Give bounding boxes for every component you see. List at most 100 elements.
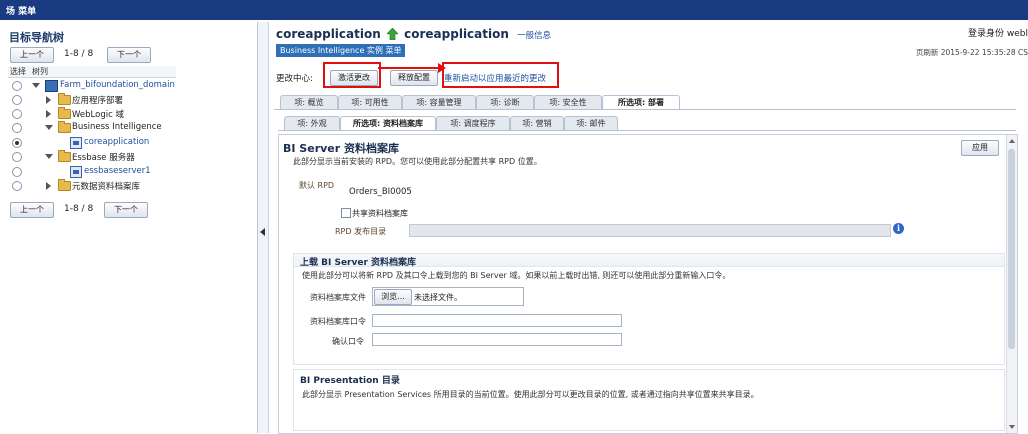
page-title-primary: coreapplication [276,27,381,41]
select-radio[interactable] [12,81,22,91]
select-radio[interactable] [12,138,22,148]
tree-row[interactable]: Essbase 服务器 [8,150,228,164]
vertical-scrollbar[interactable] [1006,135,1017,433]
page-title-secondary: coreapplication [404,27,509,41]
select-radio[interactable] [12,95,22,105]
tree-item-label[interactable]: Business Intelligence [72,122,162,132]
upload-description: 使用此部分可以将新 RPD 及其口令上载到您的 BI Server 域。如果以前… [302,271,731,280]
collapse-triangle-icon[interactable] [32,83,40,88]
shared-repository-checkbox[interactable] [341,208,351,218]
apply-button[interactable]: 应用 [961,140,999,156]
no-file-selected-text: 未选择文件。 [414,293,462,302]
server-instance-icon [70,166,82,178]
presentation-section-title: BI Presentation 目录 [300,376,400,386]
tab-deployment[interactable]: 所选项: 部署 [602,95,680,110]
scroll-thumb[interactable] [1008,149,1015,349]
rpd-publish-dir-input[interactable] [409,224,891,237]
tab-repository[interactable]: 所选项: 资料档案库 [340,116,436,131]
browse-button[interactable]: 浏览... [374,289,412,305]
top-menu-title[interactable]: 场 菜单 [6,4,36,17]
tab-marketing[interactable]: 项: 营销 [510,116,564,131]
page-refresh-time: 页刷新 2015-9-22 15:35:28 CS [915,48,1028,57]
highlight-box [323,62,381,88]
tree-row[interactable]: essbaseserver1 [8,166,228,179]
change-center-label: 更改中心: [276,74,313,84]
select-radio[interactable] [12,109,22,119]
expand-triangle-icon[interactable] [46,110,51,118]
folder-icon [58,121,71,133]
col-select-header: 选择 [10,67,26,76]
confirm-password-label: 确认口令 [332,337,364,346]
repository-file-label: 资料档案库文件 [310,293,366,302]
tab-scheduler[interactable]: 项: 调度程序 [436,116,510,131]
col-tree-header: 树列 [32,67,48,76]
tree-item-label[interactable]: essbaseserver1 [84,166,151,176]
select-radio[interactable] [12,167,22,177]
restart-to-apply-link[interactable]: 重新启动以应用最近的更改 [444,72,546,84]
tree-row[interactable]: Business Intelligence [8,121,228,135]
expand-triangle-icon[interactable] [46,182,51,190]
up-arrow-icon [386,27,399,41]
select-radio[interactable] [12,181,22,191]
default-rpd-value: Orders_BI0005 [349,187,412,197]
panel-splitter[interactable] [258,22,269,433]
page-title: coreapplication coreapplication 一般信息 [276,26,551,41]
select-radio[interactable] [12,123,22,133]
tree-item-label[interactable]: WebLogic 域 [72,108,124,120]
server-instance-icon [70,137,82,149]
presentation-description: 此部分显示 Presentation Services 所用目录的当前位置。使用… [302,390,759,399]
tree-row[interactable]: 应用程序部署 [8,93,228,107]
tab-overview[interactable]: 项: 概览 [280,95,338,110]
folder-icon [58,150,71,162]
repository-password-input[interactable] [372,314,622,327]
bi-server-description: 此部分显示当前安装的 RPD。您可以使用此部分配置共享 RPD 位置。 [293,157,542,166]
tree-header: 选择 树列 [8,66,176,78]
release-config-button[interactable]: 释放配置 [390,70,438,86]
tab-mail[interactable]: 项: 邮件 [564,116,618,131]
repository-content: BI Server 资料档案库 此部分显示当前安装的 RPD。您可以使用此部分配… [278,134,1018,434]
scroll-down-arrow-icon[interactable] [1009,425,1015,429]
select-radio[interactable] [12,152,22,162]
collapse-triangle-icon[interactable] [45,154,53,159]
tab-diagnostics[interactable]: 项: 诊断 [476,95,534,110]
tab-security[interactable]: 项: 安全性 [534,95,602,110]
navigation-tree-title: 目标导航树 [9,31,64,44]
tab-divider [274,109,1016,110]
tab-divider [278,130,1016,131]
tab-capacity[interactable]: 项: 容量管理 [402,95,476,110]
info-icon[interactable]: i [893,223,904,234]
prev-page-button-bottom[interactable]: 上一个 [10,202,54,218]
scroll-up-arrow-icon[interactable] [1009,139,1015,143]
general-info-link[interactable]: 一般信息 [517,31,551,41]
pager-text-bottom: 1-8 / 8 [64,204,94,214]
tab-appearance[interactable]: 项: 外观 [284,116,340,131]
tree-row-selected[interactable]: coreapplication [8,137,228,150]
tree-item-label[interactable]: coreapplication [84,137,149,147]
navigation-tree-panel: 目标导航树 上一个 1-8 / 8 下一个 选择 树列 Farm_bifound… [0,22,258,433]
login-identity: 登录身份 webl [968,29,1028,39]
next-page-button[interactable]: 下一个 [107,47,151,63]
collapse-triangle-icon[interactable] [45,125,53,130]
upload-section-title: 上载 BI Server 资料档案库 [300,258,417,268]
confirm-password-input[interactable] [372,333,622,346]
tree-row[interactable]: Farm_bifoundation_domain [8,80,228,93]
next-page-button-bottom[interactable]: 下一个 [104,202,148,218]
tree-row[interactable]: WebLogic 域 [8,107,228,121]
tree-item-label[interactable]: Farm_bifoundation_domain [60,80,175,90]
tree-item-label[interactable]: 元数据资料档案库 [72,180,140,192]
collapse-left-arrow-icon[interactable] [260,228,265,236]
repository-password-label: 资料档案库口令 [310,317,366,326]
expand-triangle-icon[interactable] [46,96,51,104]
default-rpd-label: 默认 RPD [299,181,335,190]
tree-item-label[interactable]: 应用程序部署 [72,94,123,106]
folder-icon [58,93,71,105]
shared-repository-label: 共享资料档案库 [352,209,408,218]
domain-icon [45,80,58,92]
tree-row[interactable]: 元数据资料档案库 [8,179,228,193]
tab-availability[interactable]: 项: 可用性 [338,95,402,110]
prev-page-button[interactable]: 上一个 [10,47,54,63]
presentation-subpanel: BI Presentation 目录 此部分显示 Presentation Se… [293,369,1005,431]
rpd-publish-dir-label: RPD 发布目录 [335,227,387,236]
bi-instance-menu[interactable]: Business Intelligence 实例 菜单 [276,44,406,57]
tree-item-label[interactable]: Essbase 服务器 [72,151,135,163]
